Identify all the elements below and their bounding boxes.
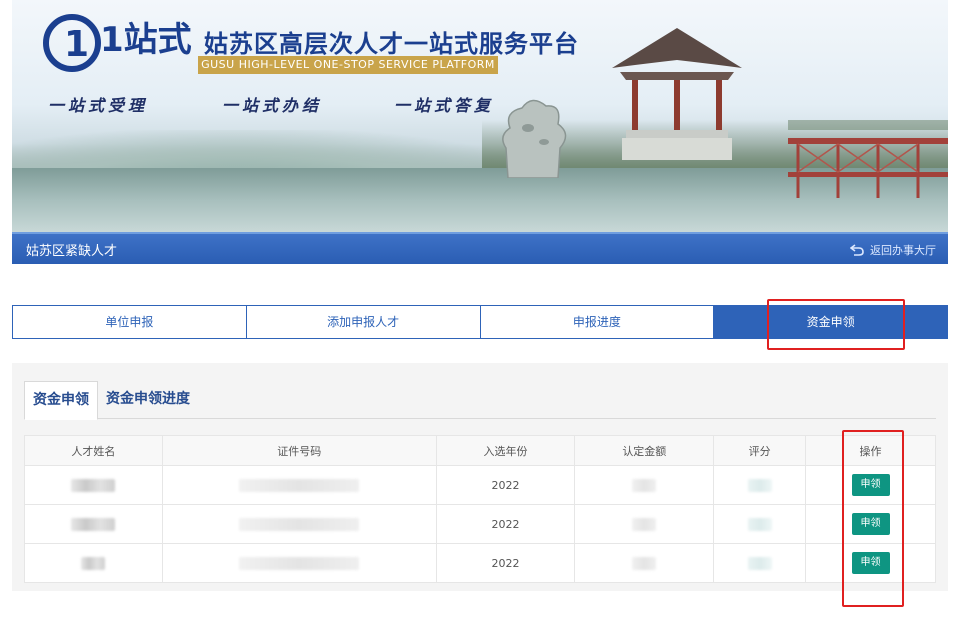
main-tab-bar: 单位申报 添加申报人才 申报进度 资金申领 — [12, 305, 948, 339]
cell-name-redacted — [24, 504, 163, 544]
slogan-reply: 一站式答复 — [394, 96, 495, 115]
slogan-complete: 一站式办结 — [222, 96, 323, 115]
platform-subtitle: GUSU HIGH-LEVEL ONE-STOP SERVICE PLATFOR… — [198, 56, 498, 74]
pavilion-icon — [612, 28, 742, 160]
claim-button[interactable]: 申领 — [851, 513, 890, 535]
cell-year: 2022 — [435, 504, 576, 544]
cell-name-redacted — [24, 465, 163, 505]
claim-button[interactable]: 申领 — [851, 474, 890, 496]
claim-button[interactable]: 申领 — [851, 552, 890, 574]
back-label: 返回办事大厅 — [870, 244, 936, 257]
cell-year: 2022 — [435, 543, 576, 583]
col-approved-amount: 认定金额 — [574, 435, 715, 466]
cell-score-redacted — [713, 543, 807, 583]
tab-unit-declaration[interactable]: 单位申报 — [13, 306, 247, 338]
subtab-fund-claim[interactable]: 资金申领 — [24, 381, 98, 420]
col-selected-year: 入选年份 — [435, 435, 576, 466]
sub-tab-bar: 资金申领 资金申领进度 — [24, 381, 936, 420]
subtab-fund-claim-progress[interactable]: 资金申领进度 — [98, 381, 198, 418]
cell-score-redacted — [713, 504, 807, 544]
table-row: 2022 申领 — [24, 465, 936, 505]
cell-action: 申领 — [805, 465, 936, 505]
col-talent-name: 人才姓名 — [24, 435, 163, 466]
logo-mark-chars: 1站式 — [100, 20, 192, 60]
page-title: 姑苏区紧缺人才 — [26, 244, 118, 259]
cell-amount-redacted — [574, 543, 715, 583]
tab-fund-claim[interactable]: 资金申领 — [714, 306, 947, 338]
fund-claim-panel: 资金申领 资金申领进度 人才姓名 证件号码 入选年份 认定金额 评分 操作 20… — [12, 363, 948, 591]
tab-declaration-progress[interactable]: 申报进度 — [480, 306, 715, 338]
fund-claim-table: 人才姓名 证件号码 入选年份 认定金额 评分 操作 2022 申领 2022 申… — [24, 435, 936, 583]
section-title-bar: 姑苏区紧缺人才 返回办事大厅 — [12, 232, 948, 264]
platform-title: 姑苏区高层次人才一站式服务平台 — [204, 29, 579, 58]
cell-id-redacted — [161, 465, 437, 505]
table-row: 2022 申领 — [24, 504, 936, 544]
header-banner: 1 1站式 姑苏区高层次人才一站式服务平台 GUSU HIGH-LEVEL ON… — [12, 0, 948, 232]
table-row: 2022 申领 — [24, 543, 936, 583]
return-arrow-icon — [850, 244, 864, 256]
cell-name-redacted — [24, 543, 163, 583]
cell-score-redacted — [713, 465, 807, 505]
table-header-row: 人才姓名 证件号码 入选年份 认定金额 评分 操作 — [24, 435, 936, 466]
garden-rock-icon — [502, 99, 567, 178]
back-to-hall-link[interactable]: 返回办事大厅 — [850, 242, 936, 258]
col-score: 评分 — [713, 435, 807, 466]
cell-year: 2022 — [435, 465, 576, 505]
tab-add-talent[interactable]: 添加申报人才 — [246, 306, 481, 338]
slogan-accept: 一站式受理 — [48, 96, 149, 115]
cell-amount-redacted — [574, 504, 715, 544]
col-id-number: 证件号码 — [161, 435, 437, 466]
cell-id-redacted — [161, 543, 437, 583]
cell-action: 申领 — [805, 504, 936, 544]
col-action: 操作 — [805, 435, 936, 466]
cell-id-redacted — [161, 504, 437, 544]
svg-text:1: 1 — [64, 24, 89, 65]
cell-amount-redacted — [574, 465, 715, 505]
cell-action: 申领 — [805, 543, 936, 583]
garden-railing-icon — [788, 120, 948, 198]
